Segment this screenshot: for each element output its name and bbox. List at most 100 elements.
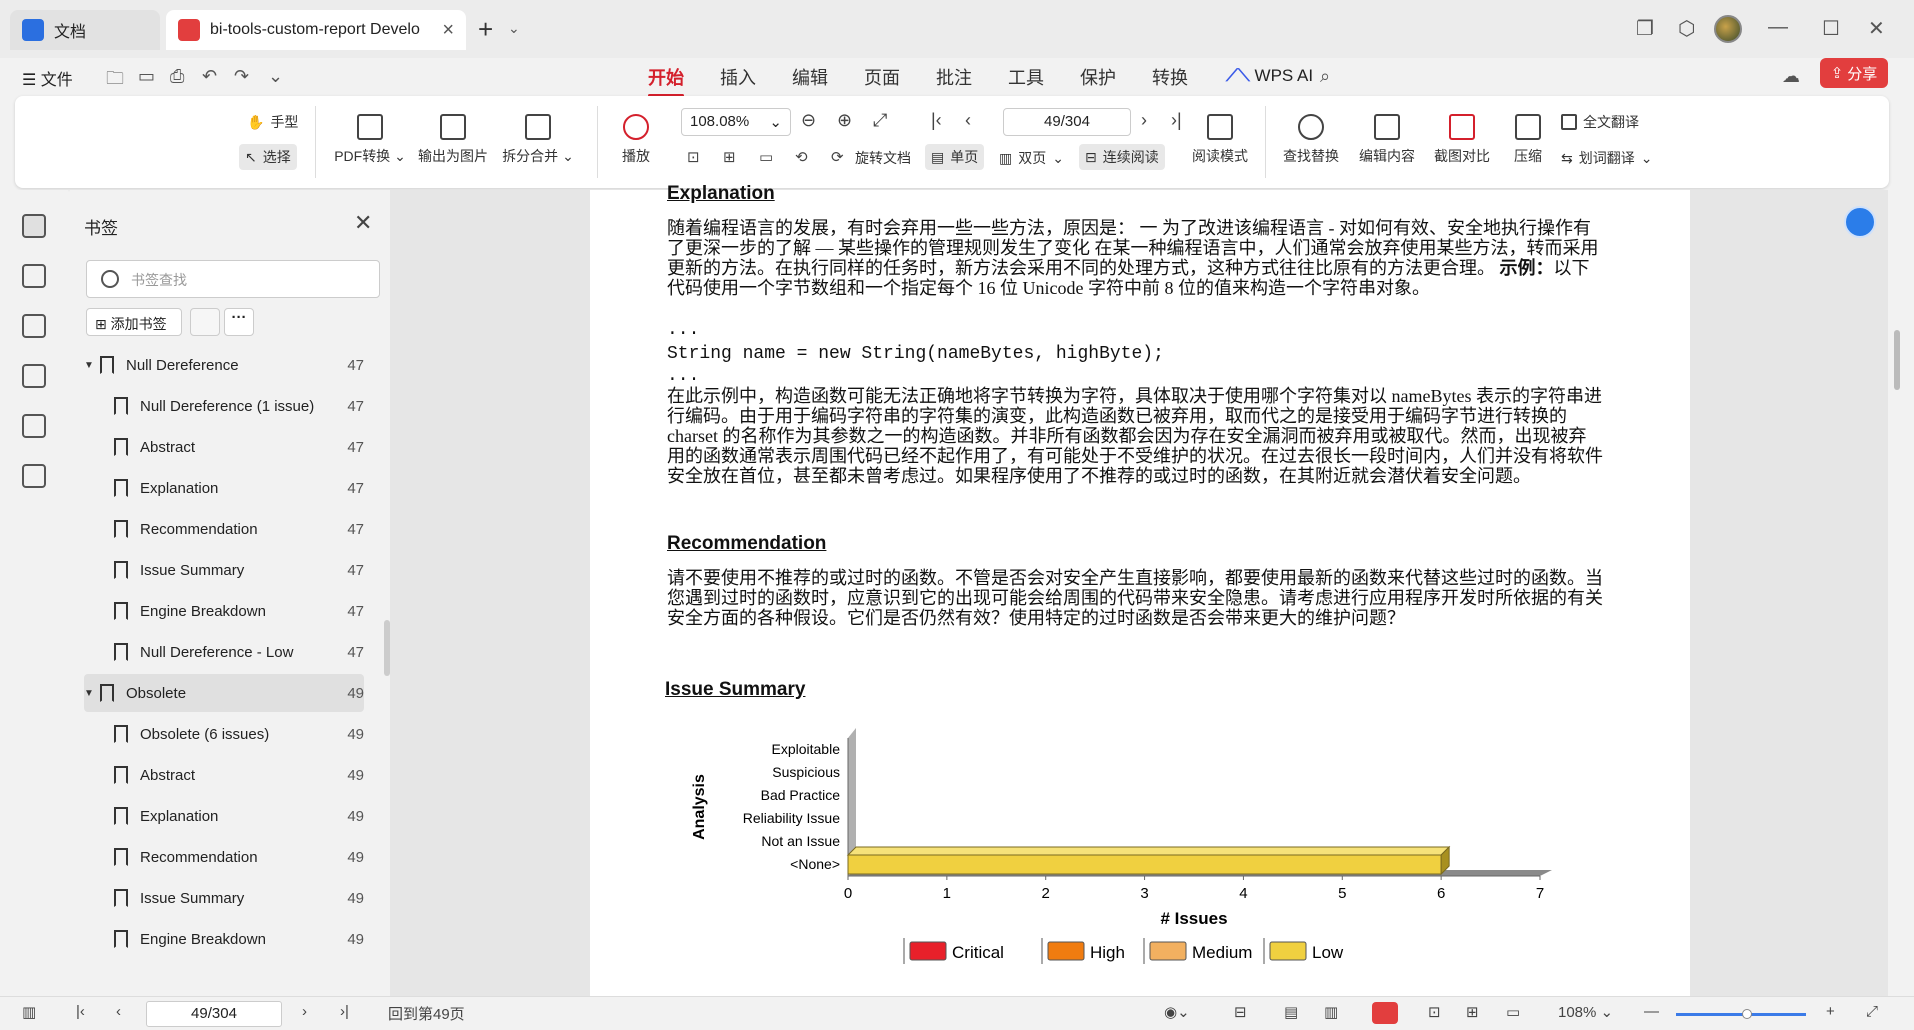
print-icon[interactable]: ⎙	[170, 66, 184, 87]
tab-edit[interactable]: 编辑	[792, 64, 828, 90]
bookmark-item[interactable]: Engine Breakdown 47	[84, 592, 364, 630]
zoom-slider[interactable]	[1676, 1009, 1806, 1019]
save-icon[interactable]: ▭	[138, 66, 155, 87]
status-zoom[interactable]: 108% ⌄	[1558, 1003, 1613, 1021]
zoom-in-icon[interactable]: ⊕	[837, 110, 852, 131]
close-icon[interactable]: ✕	[354, 210, 372, 236]
close-tab-icon[interactable]: ×	[442, 19, 454, 42]
fullscreen-icon[interactable]: ⤢	[1866, 1003, 1878, 1020]
wps-ai-button[interactable]: ⟋⟍ WPS AI	[1226, 66, 1313, 86]
share-button[interactable]: ⇪ 分享	[1820, 58, 1888, 88]
first-page-icon[interactable]: |‹	[76, 1003, 85, 1020]
chevron-down-icon[interactable]: ⌄	[508, 20, 520, 37]
first-page-icon[interactable]: |‹	[931, 110, 942, 131]
tab-list-icon[interactable]: ❐	[1636, 16, 1654, 41]
word-translate-button[interactable]: ⇆ 划词翻译 ⌄	[1561, 148, 1652, 168]
redo-icon[interactable]: ↷	[234, 66, 249, 87]
rotate-right-icon[interactable]: ⟳	[831, 148, 844, 166]
actual-size-icon[interactable]: ⊡	[687, 148, 700, 166]
new-tab-button[interactable]: +	[478, 14, 493, 45]
goto-page-link[interactable]: 回到第49页	[388, 1003, 465, 1024]
more-options-button[interactable]: ···	[224, 308, 254, 336]
delete-bookmark-button[interactable]	[190, 308, 220, 336]
export-image-button[interactable]: 输出为图片	[413, 114, 493, 166]
single-page-icon[interactable]: ▤	[1284, 1003, 1298, 1021]
single-page-button[interactable]: ▤ 单页	[925, 144, 985, 170]
full-translate-button[interactable]: 全文翻译	[1561, 112, 1639, 132]
bookmark-item[interactable]: ▼ Obsolete 49	[84, 674, 364, 712]
zoom-out-icon[interactable]: —	[1644, 1003, 1659, 1020]
continuous-icon[interactable]: ⊟	[1234, 1003, 1247, 1021]
hand-tool-button[interactable]: ✋ 手型	[247, 112, 298, 132]
bookmark-item[interactable]: Explanation 47	[84, 469, 364, 507]
prev-page-icon[interactable]: ‹	[116, 1003, 121, 1020]
avatar[interactable]	[1714, 15, 1742, 43]
thumbnail-icon[interactable]	[22, 264, 46, 288]
bookmark-item[interactable]: Issue Summary 49	[84, 879, 364, 917]
cloud-sync-icon[interactable]: ☁	[1782, 66, 1800, 87]
bookmark-item[interactable]: Issue Summary 47	[84, 551, 364, 589]
compress-button[interactable]: 压缩	[1503, 114, 1553, 166]
fit-height-icon[interactable]: ▭	[759, 148, 773, 166]
zoom-in-icon[interactable]: +	[1826, 1003, 1835, 1020]
tab-tools[interactable]: 工具	[1008, 64, 1044, 90]
tab-insert[interactable]: 插入	[720, 64, 756, 90]
add-bookmark-button[interactable]: ⊞ 添加书签	[86, 308, 182, 336]
fit-page-icon[interactable]: ⊞	[1466, 1003, 1479, 1021]
file-menu[interactable]: ☰ 文件	[22, 66, 73, 90]
select-tool-button[interactable]: ↖ 选择	[239, 144, 297, 170]
bookmark-item[interactable]: Null Dereference (1 issue) 47	[84, 387, 364, 425]
signature-icon[interactable]	[22, 414, 46, 438]
zoom-slider-knob[interactable]	[1742, 1009, 1752, 1019]
eye-icon[interactable]: ◉⌄	[1164, 1003, 1190, 1021]
status-page-input[interactable]: 49/304	[146, 1001, 282, 1027]
comment-icon[interactable]	[22, 314, 46, 338]
undo-icon[interactable]: ↶	[202, 66, 217, 87]
split-merge-button[interactable]: 拆分合并 ⌄	[499, 114, 577, 166]
bookmark-item[interactable]: Recommendation 47	[84, 510, 364, 548]
rotate-left-icon[interactable]: ⟲	[795, 148, 808, 166]
read-mode-button[interactable]: 阅读模式	[1185, 114, 1255, 166]
find-replace-button[interactable]: 查找替换	[1275, 114, 1347, 166]
play-icon[interactable]	[1372, 1002, 1398, 1024]
expand-arrow-icon[interactable]: ▼	[84, 360, 100, 371]
rotate-document-button[interactable]: 旋转文档	[855, 148, 911, 168]
tab-annotate[interactable]: 批注	[936, 64, 972, 90]
tab-start[interactable]: 开始	[648, 64, 684, 97]
tab-convert[interactable]: 转换	[1152, 64, 1188, 90]
tab-page[interactable]: 页面	[864, 64, 900, 90]
bookmark-item[interactable]: Engine Breakdown 49	[84, 920, 364, 958]
document-scrollbar[interactable]	[1890, 190, 1914, 996]
last-page-icon[interactable]: ›|	[340, 1003, 349, 1020]
bookmark-item[interactable]: Obsolete (6 issues) 49	[84, 715, 364, 753]
zoom-select[interactable]: 108.08% ⌄	[681, 108, 791, 136]
search-icon[interactable]: ⌕	[1320, 66, 1330, 87]
play-button[interactable]: 播放	[611, 114, 661, 166]
floating-assistant-button[interactable]	[1844, 206, 1876, 238]
bookmark-panel-icon[interactable]	[22, 214, 46, 238]
screenshot-compare-button[interactable]: 截图对比	[1427, 114, 1497, 166]
bookmark-item[interactable]: Abstract 47	[84, 428, 364, 466]
bookmark-item[interactable]: ▼ Null Dereference 47	[84, 346, 364, 384]
bookmark-item[interactable]: Null Dereference - Low 47	[84, 633, 364, 671]
zoom-out-icon[interactable]: ⊖	[801, 110, 816, 131]
bookmark-item[interactable]: Recommendation 49	[84, 838, 364, 876]
page-number-input[interactable]: 49/304	[1003, 108, 1131, 136]
minimize-icon[interactable]: —	[1768, 16, 1788, 39]
last-page-icon[interactable]: ›|	[1171, 110, 1182, 131]
window-close-icon[interactable]: ✕	[1868, 16, 1885, 41]
continuous-read-button[interactable]: ⊟ 连续阅读	[1079, 144, 1165, 170]
layers-icon[interactable]	[22, 464, 46, 488]
bookmark-search-input[interactable]: 书签查找	[86, 260, 380, 298]
fit-width-icon[interactable]: ▭	[1506, 1003, 1520, 1021]
prev-page-icon[interactable]: ‹	[965, 110, 971, 131]
expand-arrow-icon[interactable]: ▼	[84, 688, 100, 699]
pdf-convert-button[interactable]: PDF转换 ⌄	[331, 114, 409, 166]
bookmark-item[interactable]: Abstract 49	[84, 756, 364, 794]
tab-protect[interactable]: 保护	[1080, 64, 1116, 90]
double-page-icon[interactable]: ▥	[1324, 1003, 1338, 1021]
fit-page-icon[interactable]: ⤢	[873, 110, 887, 131]
double-page-button[interactable]: ▥ 双页 ⌄	[999, 148, 1064, 168]
cube-icon[interactable]: ⬡	[1678, 16, 1695, 41]
tab-docs[interactable]: 文档	[10, 10, 160, 50]
